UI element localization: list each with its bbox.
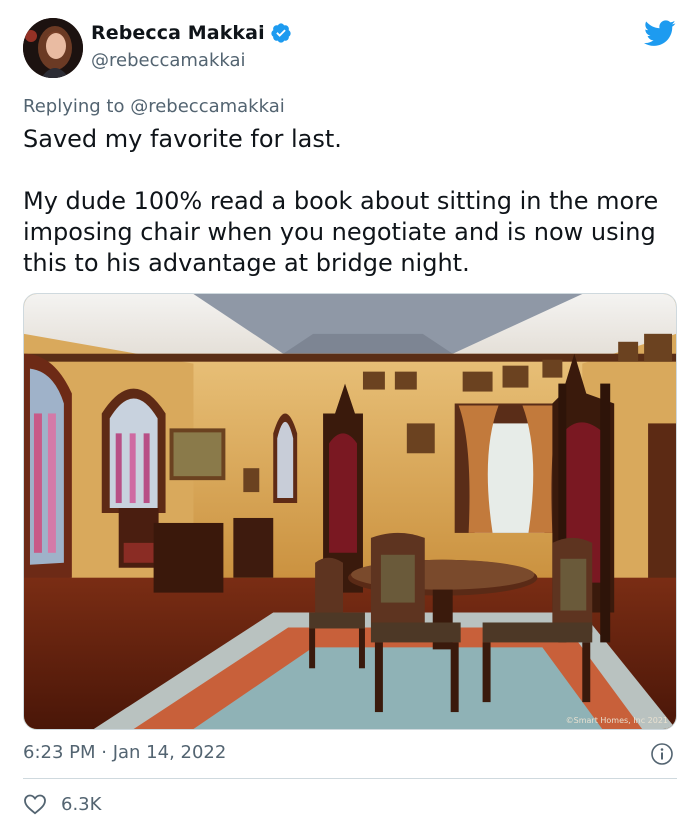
reply-context: Replying to @rebeccamakkai: [23, 96, 285, 117]
tweet-line-2: My dude 100% read a book about sitting i…: [23, 187, 659, 277]
tweet-timestamp[interactable]: 6:23 PM · Jan 14, 2022: [23, 742, 226, 763]
reply-mention-link[interactable]: @rebeccamakkai: [130, 96, 285, 117]
verified-badge-icon: [270, 22, 292, 44]
author-handle[interactable]: @rebeccamakkai: [91, 50, 246, 71]
avatar[interactable]: [23, 18, 83, 78]
tweet-text: Saved my favorite for last. My dude 100%…: [23, 124, 673, 279]
divider: [23, 778, 677, 779]
info-icon[interactable]: [650, 742, 674, 766]
author-name[interactable]: Rebecca Makkai: [91, 22, 265, 44]
tweet-photo[interactable]: ©Smart Homes, Inc 2021: [23, 293, 677, 730]
twitter-bird-icon[interactable]: [644, 20, 676, 47]
photo-watermark: ©Smart Homes, Inc 2021: [565, 716, 668, 725]
like-count: 6.3K: [61, 793, 102, 815]
heart-icon[interactable]: [23, 793, 47, 815]
author-name-row: Rebecca Makkai: [91, 22, 292, 44]
gothic-room-photo: [24, 294, 676, 729]
like-action[interactable]: 6.3K: [23, 793, 101, 815]
reply-prefix: Replying to: [23, 96, 125, 117]
tweet-card: Rebecca Makkai @rebeccamakkai Replying t…: [0, 0, 700, 833]
tweet-line-1: Saved my favorite for last.: [23, 125, 342, 153]
